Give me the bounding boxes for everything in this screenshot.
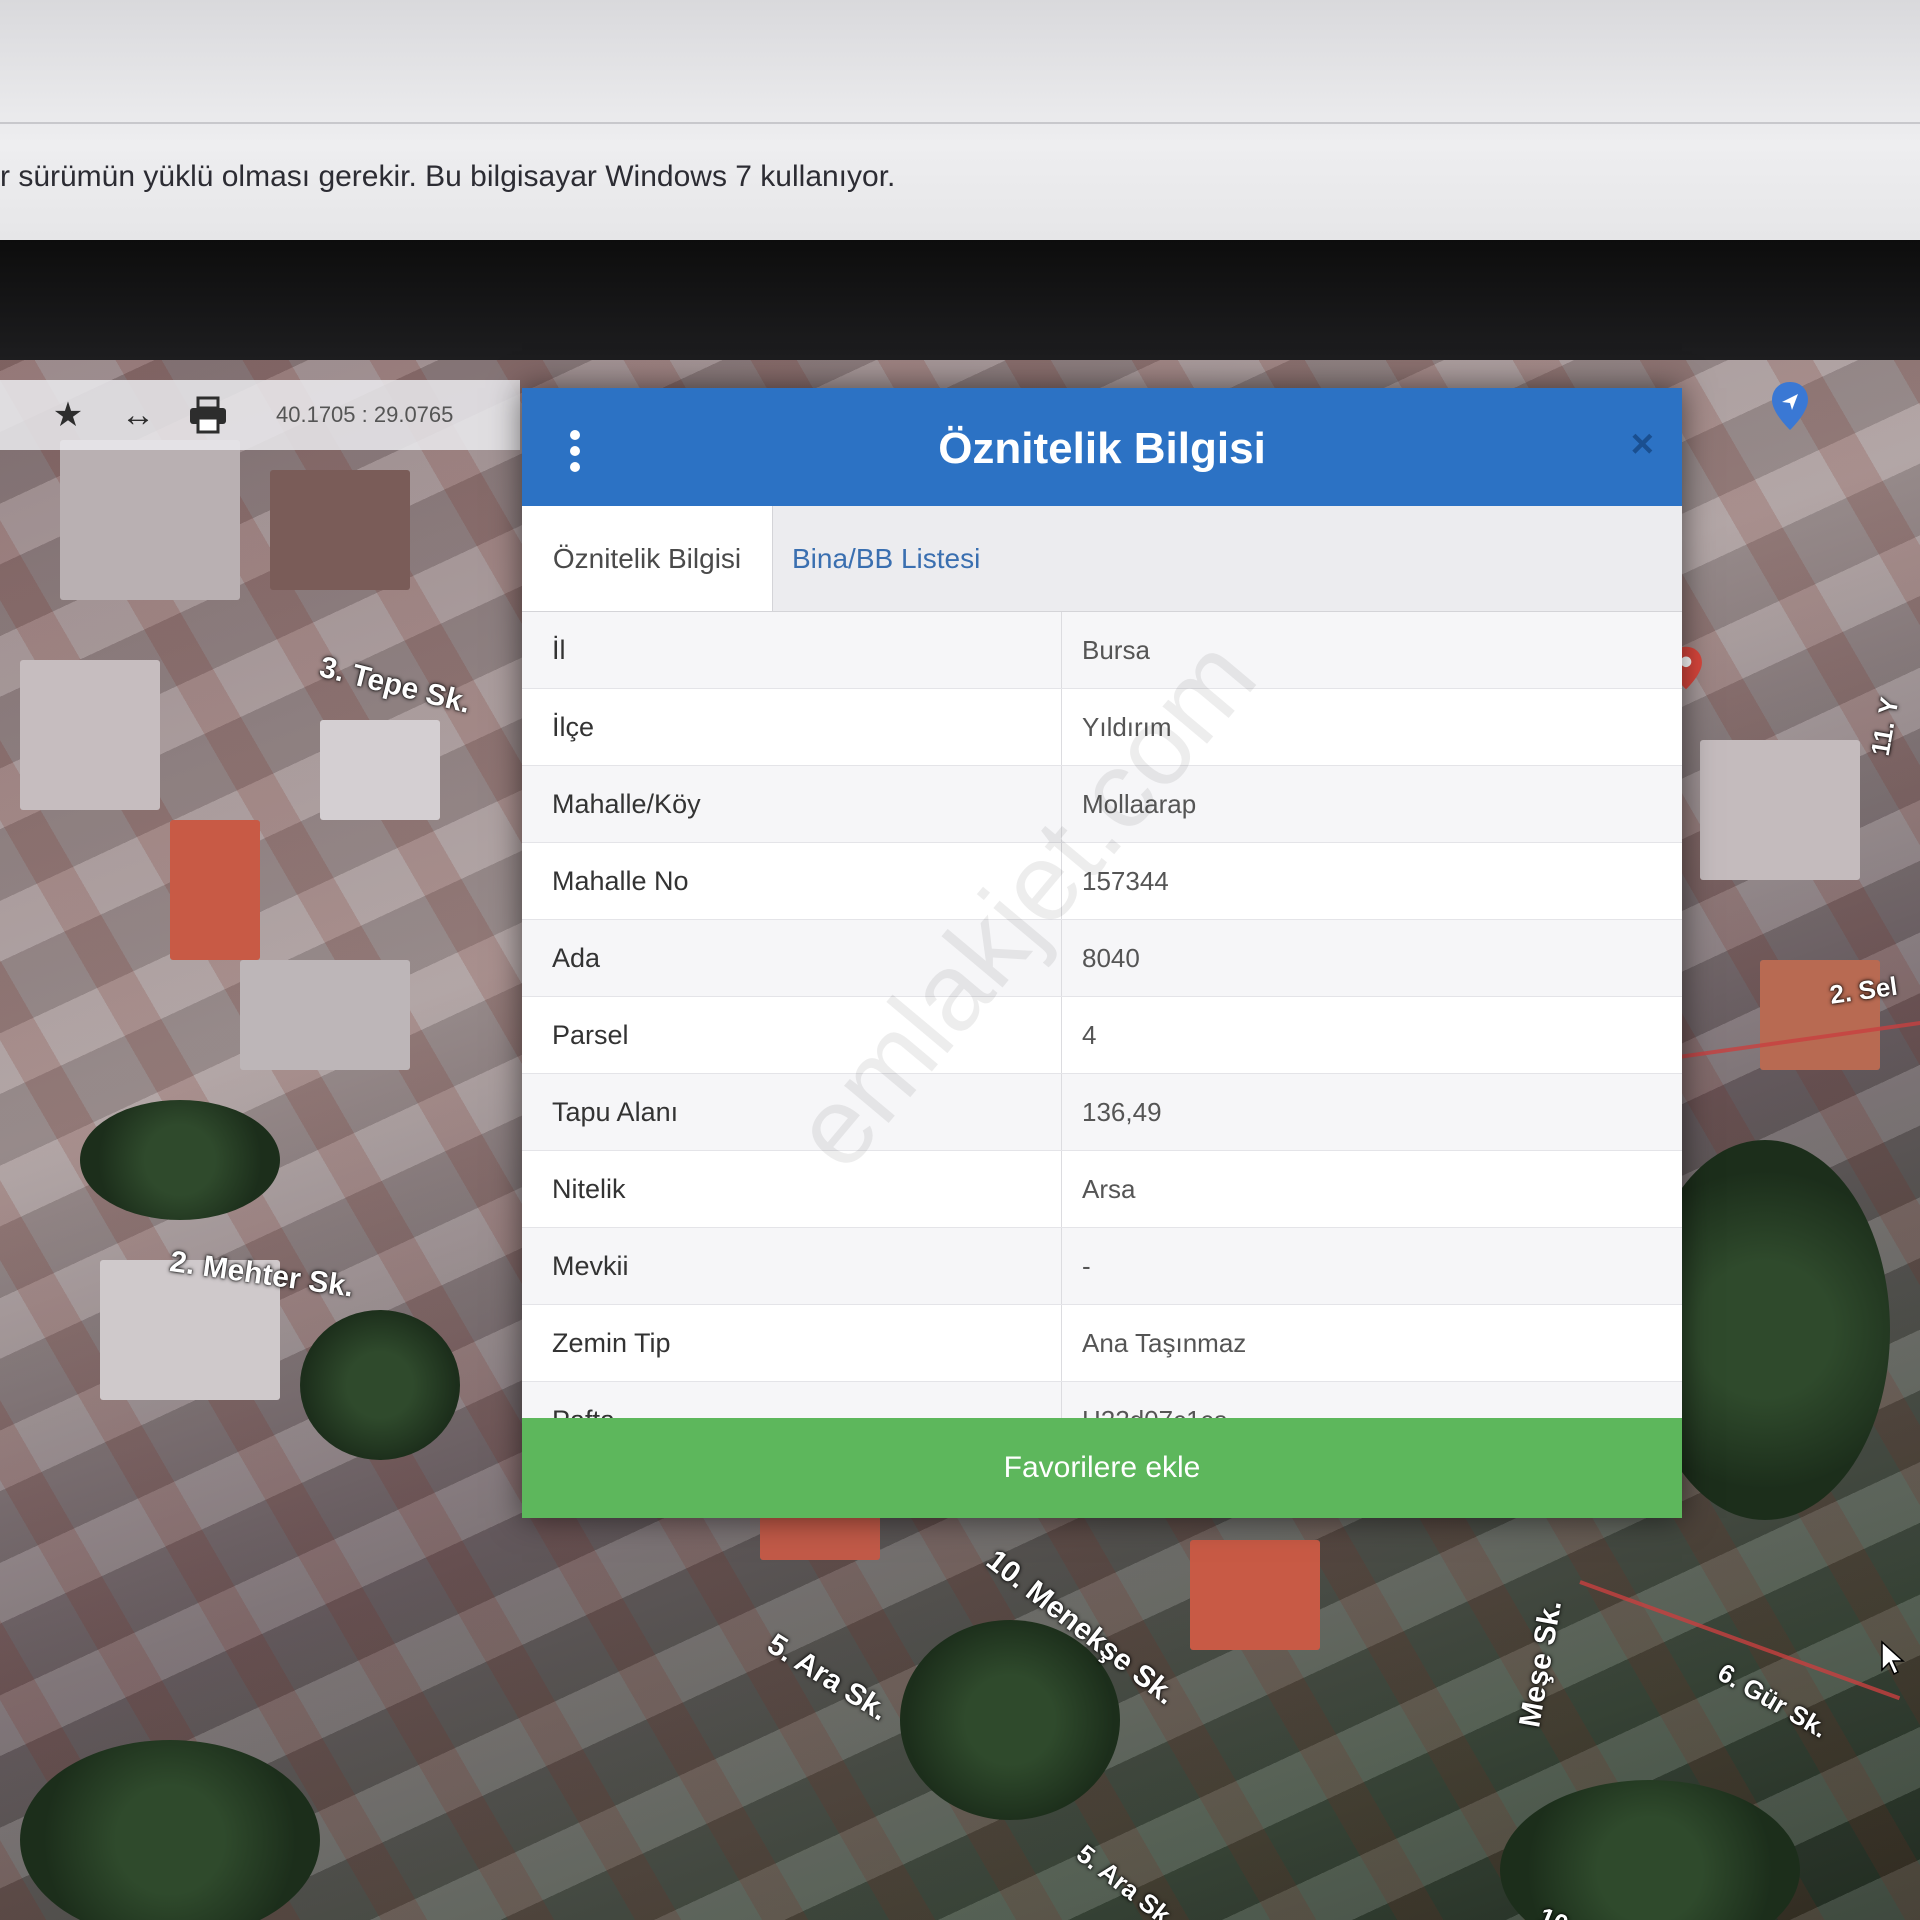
coordinate-readout: 40.1705 : 29.0765 — [276, 402, 454, 427]
print-icon[interactable] — [188, 396, 228, 434]
notice-text: r sürümün yüklü olması gerekir. Bu bilgi… — [0, 160, 896, 193]
tree-canopy — [300, 1310, 460, 1460]
building-roof — [170, 820, 260, 960]
building-roof — [320, 720, 440, 820]
row-key: Zemin Tip — [522, 1305, 1062, 1381]
tab-building-list[interactable]: Bina/BB Listesi — [792, 506, 980, 611]
dialog-title: Öznitelik Bilgisi — [938, 424, 1266, 473]
row-key: Nitelik — [522, 1151, 1062, 1227]
row-key: İlçe — [522, 689, 1062, 765]
table-row: Ada 8040 — [522, 920, 1682, 997]
building-roof — [60, 440, 240, 600]
location-pin-icon[interactable] — [1770, 380, 1810, 432]
street-label: 3. Tepe Sk. — [316, 650, 475, 720]
add-to-favorites-button[interactable]: Favorilere ekle — [522, 1418, 1682, 1518]
close-button[interactable]: × — [1631, 422, 1654, 467]
measure-arrows-icon[interactable]: ↔ — [118, 396, 158, 435]
row-value: 4 — [1082, 1020, 1097, 1050]
street-label: Meşe Sk. — [1513, 1597, 1569, 1730]
building-roof — [1190, 1540, 1320, 1650]
row-value: Arsa — [1082, 1174, 1136, 1204]
building-roof — [20, 660, 160, 810]
building-roof — [270, 470, 410, 590]
row-value: 8040 — [1082, 943, 1140, 973]
notice-divider — [0, 122, 1920, 124]
row-key: Mahalle/Köy — [522, 766, 1062, 842]
row-value: 157344 — [1082, 866, 1169, 896]
street-label: 5. Ara Sk. — [1071, 1838, 1183, 1920]
tab-attribute-info[interactable]: Öznitelik Bilgisi — [522, 506, 773, 611]
tree-canopy — [20, 1740, 320, 1920]
table-row: İl Bursa — [522, 612, 1682, 689]
table-row: Zemin Tip Ana Taşınmaz — [522, 1305, 1682, 1382]
street-label: 11. Y — [1864, 694, 1905, 759]
building-roof — [1700, 740, 1860, 880]
building-roof — [240, 960, 410, 1070]
monitor-bezel — [0, 240, 1920, 360]
row-value: 136,49 — [1082, 1097, 1162, 1127]
dialog-header: Öznitelik Bilgisi × — [522, 388, 1682, 506]
mouse-cursor-icon — [1881, 1640, 1905, 1676]
map-toolbar: ★ ↔ 40.1705 : 29.0765 — [0, 380, 520, 450]
row-key: Mevkii — [522, 1228, 1062, 1304]
row-key: İl — [522, 612, 1062, 688]
street-label: 6. Gür Sk. — [1712, 1657, 1833, 1744]
table-row: Mevkii - — [522, 1228, 1682, 1305]
star-icon[interactable]: ★ — [48, 395, 88, 435]
tree-canopy — [1500, 1780, 1800, 1920]
table-row: Parsel 4 — [522, 997, 1682, 1074]
table-row: Tapu Alanı 136,49 — [522, 1074, 1682, 1151]
row-value: - — [1082, 1251, 1091, 1281]
browser-notice-bar: r sürümün yüklü olması gerekir. Bu bilgi… — [0, 0, 1920, 240]
table-row: Nitelik Arsa — [522, 1151, 1682, 1228]
attribute-dialog: Öznitelik Bilgisi × Öznitelik Bilgisi Bi… — [522, 388, 1682, 1518]
row-value: Ana Taşınmaz — [1082, 1328, 1247, 1358]
street-label: 5. Ara Sk. — [761, 1627, 895, 1728]
tree-canopy — [80, 1100, 280, 1220]
dialog-tabs: Öznitelik Bilgisi Bina/BB Listesi — [522, 506, 1682, 612]
